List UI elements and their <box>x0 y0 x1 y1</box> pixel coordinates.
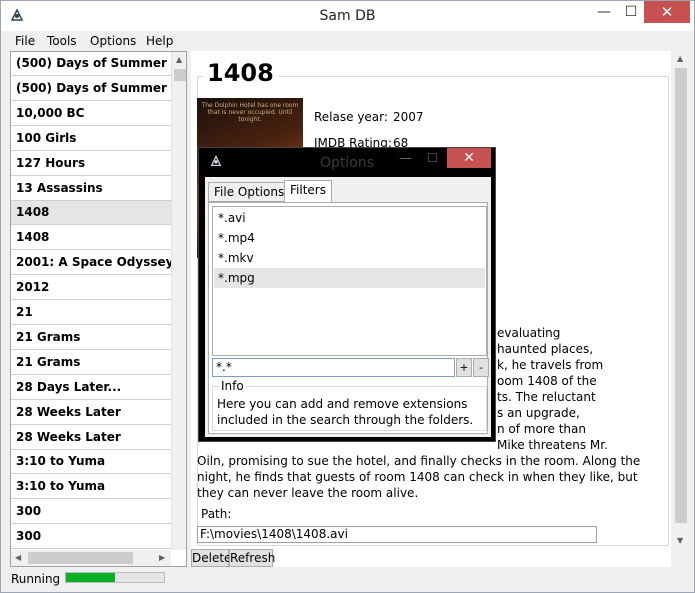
plot-fragment: evaluating <box>497 326 561 340</box>
dialog-minimize-button[interactable]: — <box>399 151 412 166</box>
movie-list-item[interactable]: 3:10 to Yuma <box>11 450 171 475</box>
plot-fragment: ts. The reluctant <box>497 390 596 404</box>
movie-list-item[interactable]: (500) Days of Summer <box>11 77 171 101</box>
plot-fragment: oom 1408 of the <box>497 374 597 388</box>
list-hscroll-thumb[interactable] <box>28 552 133 564</box>
movie-list-item[interactable]: 21 Grams <box>11 351 171 375</box>
movie-list-item[interactable]: (500) Days of Summer <box>11 52 171 76</box>
movie-list-item[interactable]: 100 Girls <box>11 127 171 151</box>
path-label: Path: <box>201 507 232 521</box>
extension-item[interactable]: *.avi <box>214 208 485 228</box>
progress-bar <box>65 572 165 583</box>
close-button[interactable]: ✕ <box>644 1 690 23</box>
plot-line: Oiln, promising to sue the hotel, and fi… <box>197 454 641 468</box>
menu-bar: File Tools Options Help <box>1 32 694 51</box>
extension-input[interactable]: *.* <box>212 358 455 377</box>
movie-list-item[interactable]: 300 <box>11 500 171 525</box>
movie-list-item[interactable]: 28 Weeks Later <box>11 426 171 450</box>
plot-line: night, he finds that guests of room 1408… <box>197 470 638 484</box>
scroll-right-icon[interactable]: ▶ <box>159 553 165 562</box>
plot-fragment: haunted places, <box>497 342 594 356</box>
title-bar: Sam DB — ☐ ✕ <box>1 1 694 31</box>
extension-item[interactable]: *.mpg <box>214 268 485 288</box>
tab-file-options[interactable]: File Options <box>208 182 291 202</box>
list-vertical-scrollbar[interactable]: ▲ <box>171 52 186 550</box>
menu-options[interactable]: Options <box>90 34 136 48</box>
plot-fragment: n of more than <box>497 422 586 436</box>
movie-list-item[interactable]: 10,000 BC <box>11 102 171 126</box>
tab-filters[interactable]: Filters <box>284 180 332 203</box>
remove-extension-button[interactable]: - <box>473 358 489 377</box>
info-text: Here you can add and remove extensions i… <box>217 397 474 427</box>
movie-list-item[interactable]: 21 Grams <box>11 326 171 350</box>
dialog-body: File Options Filters *.avi *.mp4 *.mkv *.mp… <box>205 177 491 437</box>
plot-fragment: k, he travels from <box>497 358 604 372</box>
detail-scroll-thumb[interactable] <box>675 68 687 523</box>
status-bar: Running <box>1 568 694 592</box>
dialog-maximize-button[interactable]: ☐ <box>427 151 438 165</box>
movie-list-item[interactable]: 1408 <box>11 201 171 226</box>
status-text: Running <box>11 572 61 586</box>
extension-item[interactable]: *.mkv <box>214 248 485 268</box>
movie-list-item[interactable]: 21 <box>11 301 171 325</box>
plot-fragment: s an upgrade, <box>497 406 580 420</box>
plot-line: they can never leave the room alive. <box>197 486 419 500</box>
progress-fill <box>66 573 115 582</box>
minimize-button[interactable]: — <box>589 1 619 23</box>
movie-title: 1408 <box>203 59 278 87</box>
release-year-value: 2007 <box>393 110 424 124</box>
scroll-left-icon[interactable]: ◀ <box>15 553 21 562</box>
detail-vertical-scrollbar[interactable]: ▲ ▼ <box>673 51 689 549</box>
info-label: Info <box>219 379 246 393</box>
extension-list[interactable]: *.avi *.mp4 *.mkv *.mpg <box>212 206 487 356</box>
movie-list-item[interactable]: 300 <box>11 525 171 550</box>
plot-fragment: Mike threatens Mr. <box>497 438 608 452</box>
list-horizontal-scrollbar[interactable]: ◀ ▶ <box>11 550 171 566</box>
scroll-up-icon[interactable]: ▲ <box>176 55 182 64</box>
extension-item[interactable]: *.mp4 <box>214 228 485 248</box>
delete-button[interactable]: Delete <box>191 549 231 567</box>
info-group: Info Here you can add and remove extensi… <box>212 379 487 431</box>
movie-list-item[interactable]: 28 Weeks Later <box>11 401 171 425</box>
movie-list-item[interactable]: 3:10 to Yuma <box>11 475 171 500</box>
scroll-up-icon[interactable]: ▲ <box>677 54 683 63</box>
add-extension-button[interactable]: + <box>456 358 472 377</box>
movie-list-item[interactable]: 2012 <box>11 276 171 301</box>
scroll-down-icon[interactable]: ▼ <box>677 536 683 545</box>
movie-list[interactable]: (500) Days of Summer (500) Days of Summer… <box>10 51 187 567</box>
menu-file[interactable]: File <box>15 34 35 48</box>
menu-help[interactable]: Help <box>146 34 173 48</box>
maximize-button[interactable]: ☐ <box>616 1 646 23</box>
movie-list-item[interactable]: 2001: A Space Odyssey <box>11 251 171 276</box>
filters-panel: *.avi *.mp4 *.mkv *.mpg *.* + - Info Here y… <box>208 202 489 434</box>
path-field[interactable]: F:\movies\1408\1408.avi <box>197 526 597 543</box>
list-scroll-thumb[interactable] <box>174 69 186 81</box>
dialog-close-button[interactable]: ✕ <box>447 148 491 168</box>
poster-tagline: The Dolphin Hotel has one room that is n… <box>201 102 299 123</box>
movie-list-item[interactable]: 1408 <box>11 226 171 251</box>
menu-tools[interactable]: Tools <box>47 34 77 48</box>
movie-list-item[interactable]: 127 Hours <box>11 152 171 176</box>
refresh-button[interactable]: Refresh <box>229 549 275 567</box>
release-year-label: Relase year: <box>314 110 388 124</box>
movie-list-item[interactable]: 28 Days Later... <box>11 376 171 400</box>
options-dialog: Options — ☐ ✕ File Options Filters *.avi… <box>198 147 496 442</box>
movie-list-item[interactable]: 13 Assassins <box>11 177 171 201</box>
